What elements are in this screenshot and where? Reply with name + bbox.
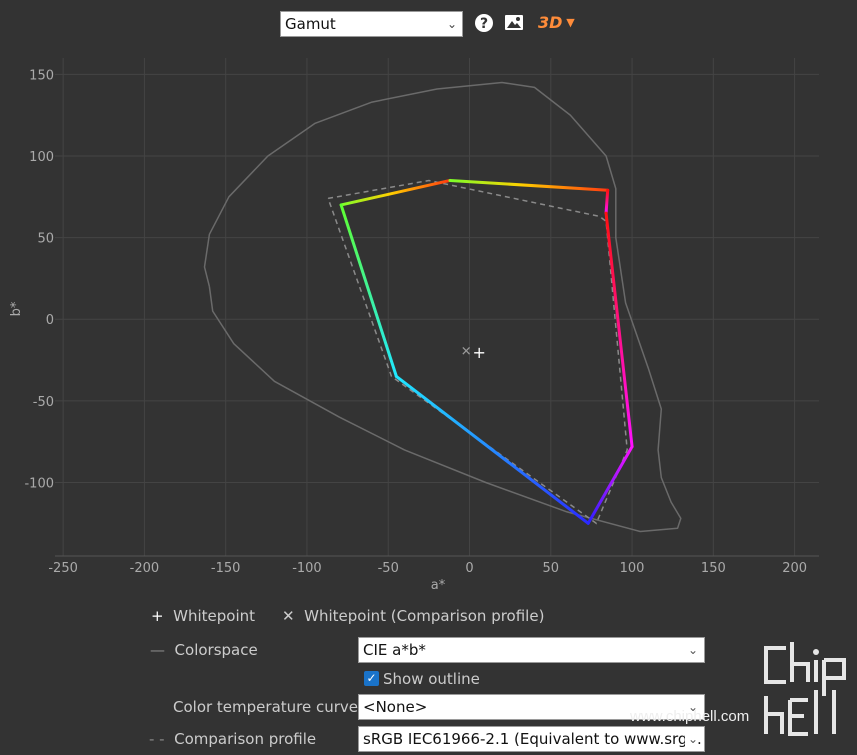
y-tick-label: 50 [37,232,54,247]
legend-comparison-whitepoint-label: Whitepoint (Comparison profile) [304,607,545,625]
chevron-down-icon: ⌄ [684,727,698,751]
comparison-profile-select[interactable]: sRGB IEC61966-2.1 (Equivalent to www.srg… [358,726,705,752]
x-tick-label: 50 [543,561,560,576]
x-tick-label: -50 [378,561,399,576]
y-tick-label: -100 [24,477,54,492]
x-tick-label: 100 [620,561,645,576]
legend-comparison-profile-label: Comparison profile [174,730,317,748]
y-tick-label: 100 [29,150,54,165]
comparison-whitepoint-marker: ✕ [461,344,472,359]
show-outline-checkbox[interactable]: ✓ [364,671,379,686]
x-axis-label: a* [431,578,446,593]
solid-line-icon: — [150,641,165,659]
chevron-down-icon: ⌄ [684,638,698,662]
colorspace-select-value: CIE a*b* [363,641,426,659]
legend-whitepoint: + Whitepoint [151,607,255,625]
y-tick-label: 0 [46,313,54,328]
cross-icon: ✕ [282,607,295,625]
legend-comparison-whitepoint: ✕ Whitepoint (Comparison profile) [282,607,544,625]
show-outline-label[interactable]: Show outline [383,670,480,688]
legend-colorspace: — Colorspace [150,641,258,659]
y-axis-label: b* [9,301,24,316]
y-tick-label: 150 [29,68,54,83]
legend-color-temp-curve: Color temperature curve [173,698,359,716]
colorspace-select[interactable]: CIE a*b* ⌄ [358,637,705,663]
chiphell-logo [764,642,846,736]
comparison-profile-value: sRGB IEC61966-2.1 (Equivalent to www.srg… [363,730,702,748]
x-tick-label: -150 [211,561,241,576]
color-temp-curve-value: <None> [363,698,428,716]
watermark-text: www.chiphell.com [630,708,750,725]
grid [55,58,819,557]
y-tick-label: -50 [33,395,54,410]
gamut-plot[interactable]: -250 -200 -150 -100 -50 0 50 100 150 200 150 100 50 0… [0,0,857,600]
x-tick-label: -250 [48,561,78,576]
x-tick-label: -200 [130,561,160,576]
plot-area [55,58,819,556]
gamut-edge [604,188,610,215]
legend-colorspace-label: Colorspace [174,641,258,659]
x-tick-label: 200 [782,561,807,576]
dashed-line-icon: - - [149,730,165,748]
whitepoint-marker: + [473,343,486,362]
x-tick-label: -100 [292,561,322,576]
x-tick-label: 150 [701,561,726,576]
plus-icon: + [151,607,164,625]
x-tick-label: 0 [465,561,473,576]
legend-comparison-profile: - - Comparison profile [149,730,316,748]
legend-whitepoint-label: Whitepoint [173,607,255,625]
